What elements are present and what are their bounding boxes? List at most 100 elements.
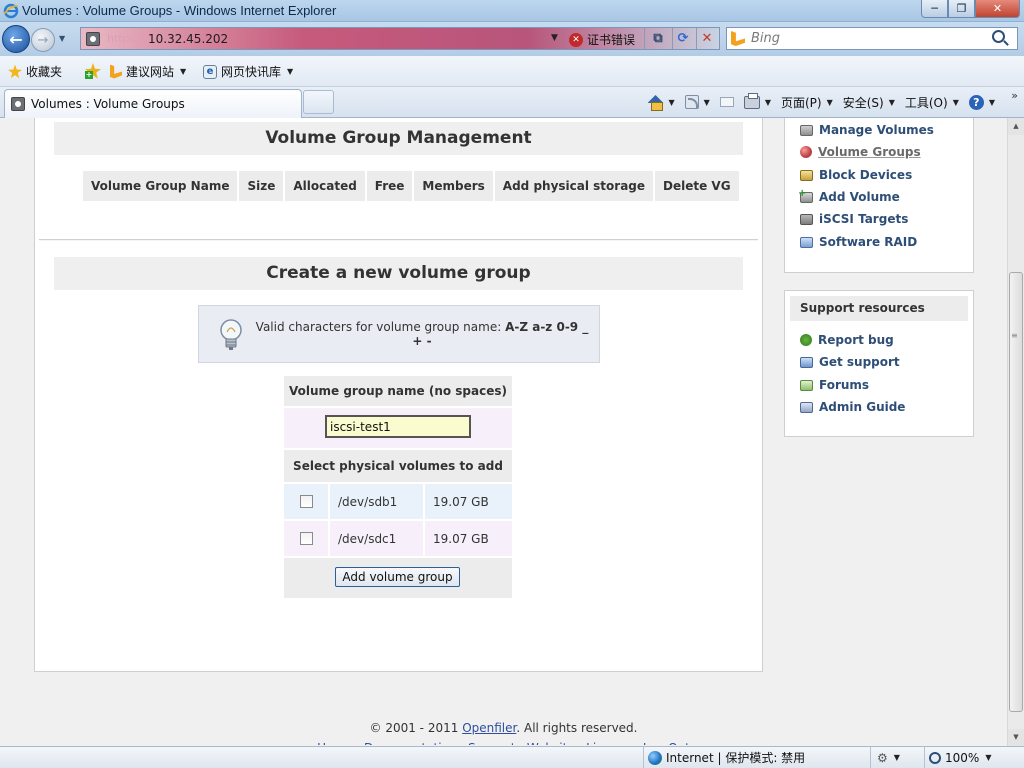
table-row: /dev/sdb1 19.07 GB [284,484,512,519]
zoom-button[interactable]: 100% ▼ [924,747,1014,768]
refresh-icon[interactable]: ⟳ [673,30,693,47]
page-menu[interactable]: 页面(P) ▼ [776,91,838,113]
sidebar-item-software-raid[interactable]: Software RAID [800,235,917,249]
safety-menu[interactable]: 安全(S) ▼ [838,91,900,113]
search-box[interactable]: Bing [726,27,1018,50]
favorites-button[interactable]: 收藏夹 [8,63,62,80]
help-icon: ? [968,94,984,110]
sidebar-item-label: Forums [819,378,870,392]
address-bar[interactable]: https:// 10.32.45.202 ▼ ✕ 证书错误 ⧉ ⟳ ✕ [80,27,720,50]
drive-icon [800,124,813,136]
zoom-icon [929,751,941,764]
sidebar-item-volume-groups[interactable]: Volume Groups [800,145,921,159]
sidebar-item-label: Report bug [818,333,894,347]
print-button[interactable]: ▼ [739,91,776,113]
pv-device: /dev/sdb1 [330,484,423,519]
chevron-down-icon: ▼ [826,97,833,107]
tab-volume-groups[interactable]: Volumes : Volume Groups [4,89,302,118]
close-window-button[interactable]: ✕ [975,0,1020,18]
name-rules-tip: Valid characters for volume group name: … [198,305,600,363]
scroll-up-icon[interactable]: ▲ [1008,118,1024,135]
column-header-delete-vg: Delete VG [655,171,739,201]
create-vg-form: Volume group name (no spaces) Select phy… [284,376,512,598]
suggested-sites-button[interactable]: 建议网站 ▼ [110,63,186,80]
feeds-button[interactable]: ▼ [680,91,715,113]
add-to-favorites-bar-button[interactable]: + [85,63,101,79]
pv-checkbox-sdc1[interactable] [299,532,313,545]
scroll-down-icon[interactable]: ▼ [1008,729,1024,746]
footer-links[interactable]: Home · Documentation · Support · Website… [0,735,1007,745]
column-header-size: Size [239,171,284,201]
sidebar-item-admin-guide[interactable]: Admin Guide [800,400,905,414]
certificate-error-label: 证书错误 [587,33,636,47]
tools-menu-label: 工具(O) [904,95,948,110]
printer-icon [743,92,760,109]
forward-button[interactable]: → [31,28,55,52]
favorites-label: 收藏夹 [26,65,63,79]
tools-menu[interactable]: 工具(O) ▼ [900,91,964,113]
minimize-button[interactable]: ─ [921,0,948,18]
vertical-scrollbar[interactable]: ▲ ≡ ▼ [1007,118,1024,746]
add-volume-group-button[interactable]: Add volume group [335,567,460,587]
sidebar-item-report-bug[interactable]: Report bug [800,333,894,347]
forward-arrow-icon: → [37,32,49,48]
web-slice-gallery-button[interactable]: e 网页快讯库 ▼ [203,63,293,80]
column-header-members: Members [414,171,493,201]
pv-checkbox-sdb1[interactable] [299,495,313,508]
address-protocol: https:// [107,32,147,45]
compatibility-view-icon[interactable]: ⧉ [648,30,668,47]
sidebar-item-label: Get support [819,355,900,369]
sidebar-item-label: Block Devices [819,168,913,182]
vg-name-input[interactable] [325,415,471,438]
more-commands-button[interactable]: » [1011,89,1018,102]
shield-error-icon: ✕ [569,32,583,47]
new-tab-button[interactable] [303,90,334,114]
protected-mode-button[interactable]: ⚙ ▼ [870,747,920,768]
navigation-bar: ← → ▼ https:// 10.32.45.202 ▼ ✕ 证书错误 ⧉ ⟳… [0,22,1024,56]
sidebar-item-forums[interactable]: Forums [800,378,869,392]
block-device-icon [800,169,813,181]
bing-icon [110,64,122,79]
security-zone[interactable]: Internet | 保护模式: 禁用 [643,747,863,768]
grip-icon: ≡ [1011,331,1018,340]
volume-group-icon [800,146,812,158]
table-row: /dev/sdc1 19.07 GB [284,521,512,556]
sidebar-item-manage-volumes[interactable]: Manage Volumes [800,123,934,137]
page-footer: © 2001 - 2011 Openfiler. All rights rese… [0,721,1007,745]
pv-size: 19.07 GB [425,484,512,519]
page-viewport: Volume Group Management Volume Group Nam… [0,118,1024,746]
home-button[interactable]: ▼ [643,91,680,113]
sidebar-item-add-volume[interactable]: Add Volume [798,188,900,205]
maximize-button[interactable]: ❐ [948,0,975,18]
address-dropdown-icon[interactable]: ▼ [551,33,558,43]
sidebar-item-get-support[interactable]: Get support [800,355,900,369]
sidebar-item-iscsi-targets[interactable]: iSCSI Targets [800,212,908,226]
column-header-vg-name: Volume Group Name [83,171,238,201]
search-icon[interactable] [992,30,1005,43]
sidebar-item-label: Manage Volumes [819,123,934,137]
support-icon [800,356,813,368]
volumes-sidebar: Manage Volumes Volume Groups Block Devic… [784,118,974,273]
openfiler-link[interactable]: Openfiler [462,721,516,735]
lightbulb-icon [220,319,242,350]
submit-row: Add volume group [284,558,512,598]
home-icon [648,95,664,111]
section-divider [39,239,758,241]
mail-icon [719,97,734,107]
vg-management-title: Volume Group Management [54,122,743,155]
read-mail-button[interactable] [715,91,739,113]
stop-icon[interactable]: ✕ [697,30,717,47]
favorites-star-icon [8,64,22,79]
sidebar-item-label: Volume Groups [818,145,921,159]
site-icon [86,32,100,46]
globe-icon [648,750,662,765]
back-button[interactable]: ← [2,25,30,53]
pv-select-header: Select physical volumes to add [284,450,512,482]
pv-device: /dev/sdc1 [330,521,423,556]
favorites-bar: 收藏夹 + 建议网站 ▼ e 网页快讯库 ▼ [0,56,1024,87]
tip-message: Valid characters for volume group name: [255,320,506,334]
sidebar-item-block-devices[interactable]: Block Devices [800,168,912,182]
certificate-error-button[interactable]: ✕ 证书错误 [569,31,635,48]
recent-pages-dropdown[interactable]: ▼ [59,34,65,43]
help-menu[interactable]: ? ▼ [964,91,1000,113]
